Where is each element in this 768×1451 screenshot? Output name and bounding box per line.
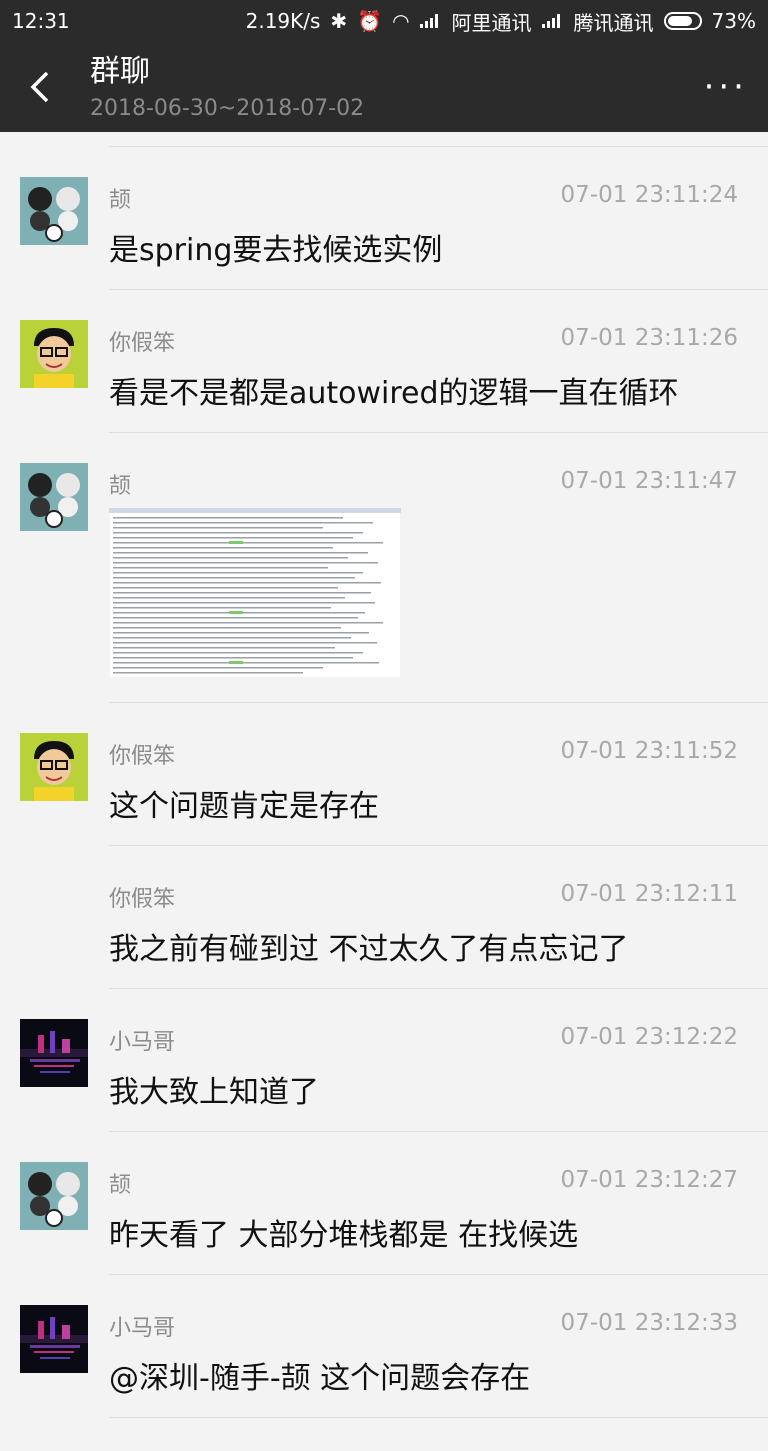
list-item[interactable]: 你假笨 07-01 23:12:11 我之前有碰到过 不过太久了有点忘记了 <box>0 846 768 989</box>
back-button[interactable] <box>20 67 60 107</box>
status-bar: 12:31 2.19K/s ✱ ⏰ ◠ 阿里通讯 腾讯通讯 73% <box>0 0 768 42</box>
list-item[interactable]: 颉 07-01 23:11:47 <box>0 433 768 703</box>
sender-name: 颉 <box>109 474 132 499</box>
more-menu-button[interactable]: ··· <box>704 67 748 107</box>
stacktrace-image[interactable] <box>109 508 401 678</box>
sender-name: 小马哥 <box>109 1316 176 1341</box>
sender-name: 小马哥 <box>109 1030 176 1055</box>
message-time: 07-01 23:12:33 <box>560 1310 738 1336</box>
list-item[interactable]: 颉 07-01 23:12:27 昨天看了 大部分堆栈都是 在找候选 <box>0 1132 768 1275</box>
chevron-left-icon <box>30 71 49 103</box>
avatar-night-city-icon[interactable] <box>20 1019 88 1087</box>
message-time: 07-01 23:12:11 <box>560 881 738 907</box>
avatar-panda-icon[interactable] <box>20 177 88 245</box>
list-item[interactable]: 你假笨 07-01 23:11:26 看是不是都是autowired的逻辑一直在… <box>0 290 768 433</box>
status-time: 12:31 <box>12 9 70 33</box>
carrier-1: 阿里通讯 <box>451 10 532 35</box>
bluetooth-icon: ✱ <box>330 9 348 33</box>
list-item[interactable]: 你假笨 07-01 23:11:52 这个问题肯定是存在 <box>0 703 768 846</box>
message-text[interactable]: 昨天看了 大部分堆栈都是 在找候选 <box>109 1210 578 1254</box>
list-item[interactable]: 颉 07-01 23:11:24 是spring要去找候选实例 <box>0 147 768 290</box>
title-area: 群聊 2018-06-30~2018-07-02 <box>90 54 704 121</box>
message-text[interactable]: 我之前有碰到过 不过太久了有点忘记了 <box>109 924 629 968</box>
app-header: 群聊 2018-06-30~2018-07-02 ··· <box>0 42 768 132</box>
avatar-cartoon-boy-icon[interactable] <box>20 320 88 388</box>
status-icons: 2.19K/s ✱ ⏰ ◠ 阿里通讯 腾讯通讯 73% <box>246 7 756 36</box>
sender-name: 你假笨 <box>109 887 176 912</box>
page-title: 群聊 <box>90 53 150 89</box>
sender-name: 颉 <box>109 1173 132 1198</box>
list-item[interactable]: 小马哥 07-01 23:12:33 @深圳-随手-颉 这个问题会存在 <box>0 1275 768 1418</box>
message-text[interactable]: @深圳-随手-颉 这个问题会存在 <box>109 1353 530 1397</box>
network-speed: 2.19K/s <box>245 9 321 33</box>
message-time: 07-01 23:12:27 <box>560 1167 738 1193</box>
message-time: 07-01 23:11:26 <box>560 325 738 351</box>
message-list: 颉 07-01 23:11:24 是spring要去找候选实例 你假笨 07-0… <box>0 132 768 1418</box>
sender-name: 你假笨 <box>109 331 176 356</box>
message-text[interactable]: 看是不是都是autowired的逻辑一直在循环 <box>109 368 679 412</box>
battery-icon <box>663 12 702 30</box>
alarm-icon: ⏰ <box>357 9 383 33</box>
sender-name: 你假笨 <box>109 744 176 769</box>
message-time: 07-01 23:12:22 <box>560 1024 738 1050</box>
battery-percent: 73% <box>711 9 756 33</box>
message-time: 07-01 23:11:24 <box>560 182 738 208</box>
message-time: 07-01 23:11:52 <box>560 738 738 764</box>
signal-icon <box>419 14 442 28</box>
avatar-panda-icon[interactable] <box>20 1162 88 1230</box>
carrier-2: 腾讯通讯 <box>573 10 654 35</box>
message-time: 07-01 23:11:47 <box>560 468 738 494</box>
avatar-cartoon-boy-icon[interactable] <box>20 733 88 801</box>
wifi-icon: ◠ <box>392 9 410 33</box>
date-range: 2018-06-30~2018-07-02 <box>90 95 365 121</box>
message-text[interactable]: 我大致上知道了 <box>109 1067 319 1111</box>
signal-icon-2 <box>541 14 564 28</box>
avatar-panda-icon[interactable] <box>20 463 88 531</box>
divider <box>109 1417 768 1418</box>
message-text[interactable]: 这个问题肯定是存在 <box>109 781 379 825</box>
sender-name: 颉 <box>109 188 132 213</box>
avatar-night-city-icon[interactable] <box>20 1305 88 1373</box>
list-item[interactable]: 小马哥 07-01 23:12:22 我大致上知道了 <box>0 989 768 1132</box>
message-text[interactable]: 是spring要去找候选实例 <box>109 225 442 269</box>
